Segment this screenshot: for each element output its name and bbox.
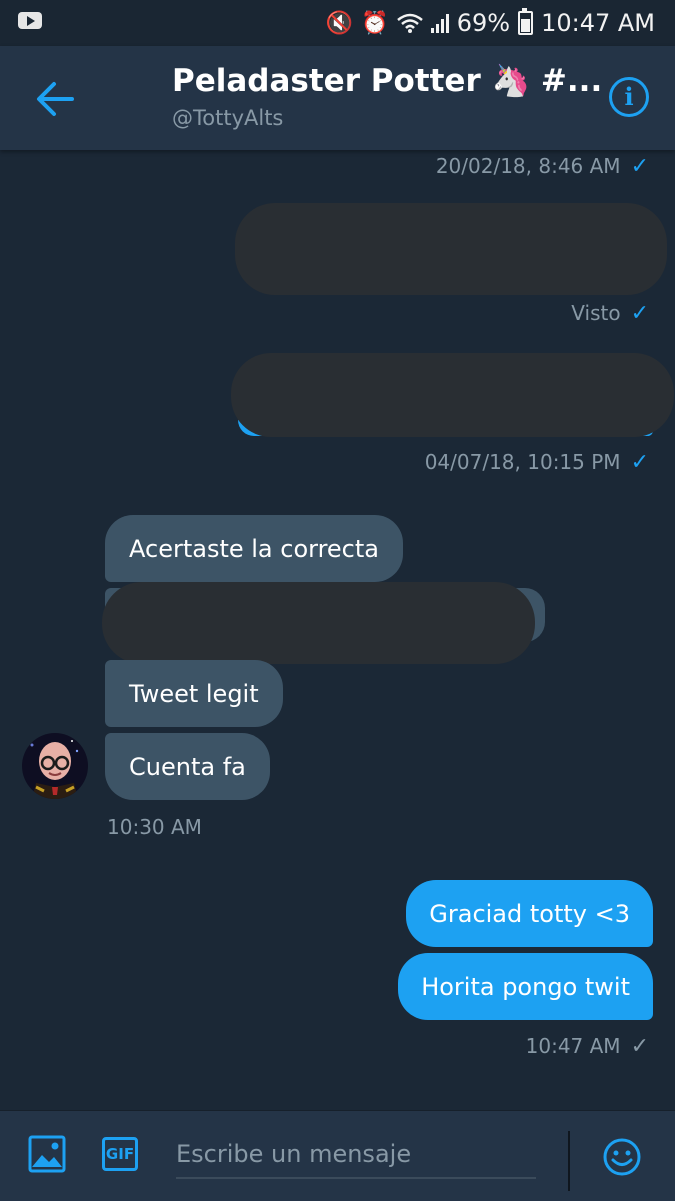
check-icon: ✓	[630, 450, 649, 475]
status-bar: 🔇 ⏰ 69% 10:47 AM	[0, 0, 675, 46]
check-icon: ✓	[630, 154, 649, 179]
redaction-block	[235, 203, 667, 295]
conversation-title[interactable]: Peladaster Potter 🦄 #...	[172, 62, 602, 99]
gif-button[interactable]: GIF	[102, 1137, 138, 1171]
conversation-header: Peladaster Potter 🦄 #... @TottyAlts i	[0, 46, 675, 150]
received-message-bubble[interactable]: Cuenta fa	[105, 733, 270, 800]
battery-percent: 69%	[456, 9, 511, 37]
check-icon: ✓	[630, 1034, 649, 1059]
alarm-icon: ⏰	[361, 10, 389, 36]
message-composer: GIF	[0, 1110, 675, 1201]
message-text: Horita pongo twit	[421, 972, 630, 1001]
received-message-bubble[interactable]: Tweet legit	[105, 660, 283, 727]
mute-icon: 🔇	[325, 10, 354, 36]
message-timestamp: 10:30 AM	[107, 815, 202, 839]
message-input[interactable]	[176, 1131, 536, 1179]
sent-message-bubble[interactable]: Graciad totty <3	[406, 880, 653, 947]
message-text: Acertaste la correcta	[129, 534, 379, 563]
message-text: Tweet legit	[129, 679, 259, 708]
image-icon[interactable]	[28, 1135, 66, 1173]
message-text: Graciad totty <3	[429, 899, 630, 928]
info-icon[interactable]: i	[609, 77, 649, 117]
signal-icon	[430, 13, 449, 33]
message-timestamp: 04/07/18, 10:15 PM ✓	[424, 450, 649, 475]
redaction-block	[102, 582, 535, 664]
check-icon: ✓	[630, 301, 649, 326]
status-time: 10:47 AM	[541, 9, 655, 37]
message-text: Cuenta fa	[129, 752, 246, 781]
seen-indicator: Visto ✓	[571, 301, 649, 326]
battery-icon	[518, 8, 534, 35]
redaction-block	[231, 353, 674, 437]
youtube-app-icon	[18, 12, 42, 29]
composer-divider	[568, 1131, 570, 1191]
avatar[interactable]	[22, 733, 88, 799]
message-timestamp: 20/02/18, 8:46 AM ✓	[435, 154, 649, 179]
message-timestamp: 10:47 AM ✓	[525, 1034, 649, 1059]
emoji-icon[interactable]	[602, 1137, 642, 1177]
back-arrow-icon[interactable]	[32, 78, 78, 120]
sent-message-bubble[interactable]: Horita pongo twit	[398, 953, 653, 1020]
status-icons: 🔇 ⏰ 69% 10:47 AM	[326, 5, 655, 41]
wifi-icon	[396, 13, 423, 33]
conversation-handle[interactable]: @TottyAlts	[172, 106, 283, 130]
received-message-bubble[interactable]: Acertaste la correcta	[105, 515, 403, 582]
